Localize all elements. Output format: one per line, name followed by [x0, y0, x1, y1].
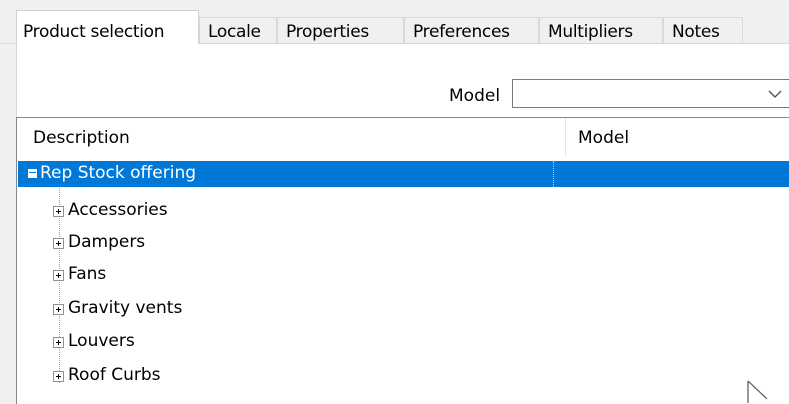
column-header-model[interactable]: Model	[578, 128, 629, 148]
row-column-separator	[553, 161, 554, 187]
tree-item-label: Roof Curbs	[68, 365, 161, 385]
mouse-pointer-icon	[747, 380, 768, 403]
tab-locale[interactable]: Locale	[199, 17, 277, 43]
product-tree[interactable]: Description Model Rep Stock offering Acc…	[16, 117, 789, 404]
tab-preferences[interactable]: Preferences	[404, 17, 539, 43]
tree-node-label: Rep Stock offering	[40, 163, 197, 183]
tree-row-rep-stock-offering[interactable]: Rep Stock offering	[18, 161, 789, 187]
column-separator[interactable]	[565, 118, 566, 156]
tree-item-label: Gravity vents	[68, 298, 183, 318]
plus-box-icon[interactable]	[53, 238, 64, 249]
tree-item-label: Louvers	[68, 331, 135, 351]
plus-box-icon[interactable]	[53, 371, 64, 382]
tab-properties[interactable]: Properties	[277, 17, 404, 43]
tab-notes[interactable]: Notes	[663, 17, 743, 43]
tree-item-label: Fans	[68, 264, 107, 284]
tab-multipliers[interactable]: Multipliers	[539, 17, 663, 43]
plus-box-icon[interactable]	[53, 337, 64, 348]
plus-box-icon[interactable]	[53, 206, 64, 217]
tree-item-label: Accessories	[68, 200, 168, 220]
tree-header: Description Model	[17, 118, 789, 156]
model-filter-label: Model	[449, 86, 501, 106]
plus-box-icon[interactable]	[53, 304, 64, 315]
plus-box-icon[interactable]	[53, 270, 64, 281]
tab-product-selection[interactable]: Product selection	[16, 10, 199, 44]
minus-box-icon[interactable]	[28, 169, 37, 178]
chevron-down-icon[interactable]	[768, 89, 782, 99]
tab-strip: Product selection Locale Properties Pref…	[0, 0, 789, 44]
tree-connector-line	[59, 188, 60, 383]
tree-item-label: Dampers	[68, 232, 146, 252]
model-filter-dropdown[interactable]	[512, 79, 789, 108]
column-header-description[interactable]: Description	[33, 128, 130, 148]
